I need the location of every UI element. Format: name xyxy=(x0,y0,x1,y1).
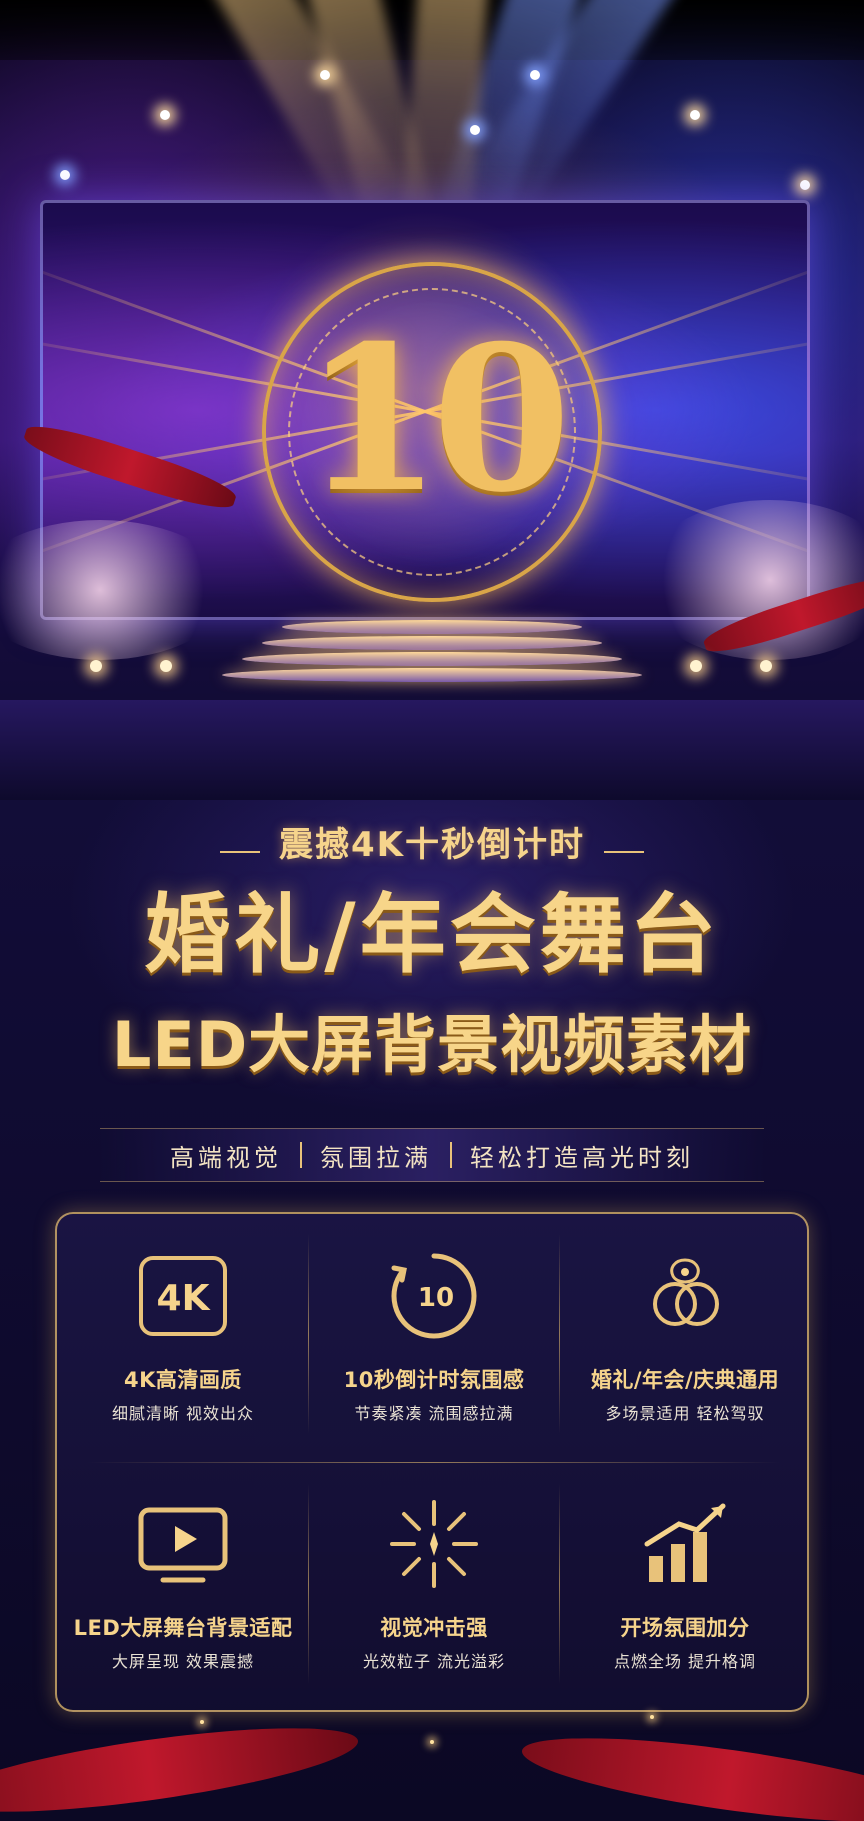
feature-4k: 4K 4K高清画质 细腻清晰 视效出众 xyxy=(63,1224,303,1454)
floor-light xyxy=(690,660,702,672)
stage-floor xyxy=(0,700,864,800)
features-panel: 4K 4K高清画质 细腻清晰 视效出众 10 10秒倒计时氛围感 节奏紧凑 流围… xyxy=(55,1212,809,1712)
tagline-bar: 高端视觉 氛围拉满 轻松打造高光时刻 xyxy=(100,1128,764,1182)
red-ribbon xyxy=(0,1711,363,1821)
feature-title: 视觉冲击强 xyxy=(380,1616,488,1640)
red-ribbon xyxy=(517,1721,864,1821)
tagline-item: 氛围拉满 xyxy=(320,1143,432,1172)
feature-divider xyxy=(559,1234,560,1434)
main-title-line2: LED大屏背景视频素材 xyxy=(111,1008,753,1081)
feature-title: 婚礼/年会/庆典通用 xyxy=(590,1368,780,1392)
feature-occasions: 婚礼/年会/庆典通用 多场景适用 轻松驾驭 xyxy=(565,1224,805,1454)
tagline-item: 轻松打造高光时刻 xyxy=(470,1143,694,1172)
feature-title: 4K高清画质 xyxy=(124,1368,242,1392)
feature-title: LED大屏舞台背景适配 xyxy=(73,1616,293,1640)
sparkle xyxy=(200,1720,204,1724)
main-title-line1: 婚礼/年会舞台 xyxy=(144,885,720,985)
stage-step xyxy=(222,668,642,682)
spotlight xyxy=(60,170,70,180)
feature-led-screen: LED大屏舞台背景适配 大屏呈现 效果震撼 xyxy=(63,1472,303,1702)
floor-light xyxy=(90,660,102,672)
floor-light xyxy=(160,660,172,672)
countdown-timer-icon: 10 xyxy=(391,1253,477,1339)
feature-desc: 细腻清晰 视效出众 xyxy=(111,1404,255,1423)
burst-icon xyxy=(390,1500,478,1588)
spotlight xyxy=(800,180,810,190)
subtitle-line-left xyxy=(219,850,260,853)
feature-title: 开场氛围加分 xyxy=(620,1616,750,1640)
floor-light xyxy=(760,660,772,672)
countdown-number: 10 xyxy=(302,302,571,537)
feature-desc: 点燃全场 提升格调 xyxy=(613,1652,757,1671)
sparkle xyxy=(430,1740,434,1744)
feature-desc: 光效粒子 流光溢彩 xyxy=(362,1652,506,1671)
feature-divider xyxy=(559,1484,560,1684)
spotlight xyxy=(320,70,330,80)
feature-divider xyxy=(308,1484,309,1684)
stage-step xyxy=(242,652,622,666)
stage-step xyxy=(262,636,602,650)
stage-hero-image: 10 xyxy=(0,0,864,800)
feature-title: 10秒倒计时氛围感 xyxy=(343,1368,525,1392)
feature-divider xyxy=(87,1462,781,1463)
sparkle xyxy=(650,1715,654,1719)
countdown-icon-text: 10 xyxy=(418,1283,454,1313)
feature-opening-atmosphere: 开场氛围加分 点燃全场 提升格调 xyxy=(565,1472,805,1702)
feature-countdown: 10 10秒倒计时氛围感 节奏紧凑 流围感拉满 xyxy=(314,1224,554,1454)
bottom-decoration xyxy=(0,1700,864,1821)
4k-badge-text: 4K xyxy=(157,1278,211,1319)
rings-icon xyxy=(653,1258,719,1326)
subtitle-row: 震撼4K十秒倒计时 xyxy=(0,820,864,870)
feature-visual-impact: 视觉冲击强 光效粒子 流光溢彩 xyxy=(314,1472,554,1702)
spotlight xyxy=(470,125,480,135)
led-screen-play-icon xyxy=(138,1507,228,1583)
spotlight xyxy=(530,70,540,80)
feature-desc: 大屏呈现 效果震撼 xyxy=(111,1652,255,1671)
spotlight xyxy=(690,110,700,120)
tagline-item: 高端视觉 xyxy=(170,1143,282,1172)
feature-desc: 节奏紧凑 流围感拉满 xyxy=(354,1404,514,1423)
stage-steps xyxy=(210,620,654,710)
spotlight xyxy=(160,110,170,120)
feature-desc: 多场景适用 轻松驾驭 xyxy=(605,1404,765,1423)
growth-chart-icon xyxy=(644,1503,726,1582)
subtitle: 震撼4K十秒倒计时 xyxy=(278,825,585,865)
4k-badge-icon: 4K xyxy=(139,1256,227,1336)
feature-divider xyxy=(308,1234,309,1434)
subtitle-line-right xyxy=(604,850,645,853)
stage-step xyxy=(282,620,582,634)
